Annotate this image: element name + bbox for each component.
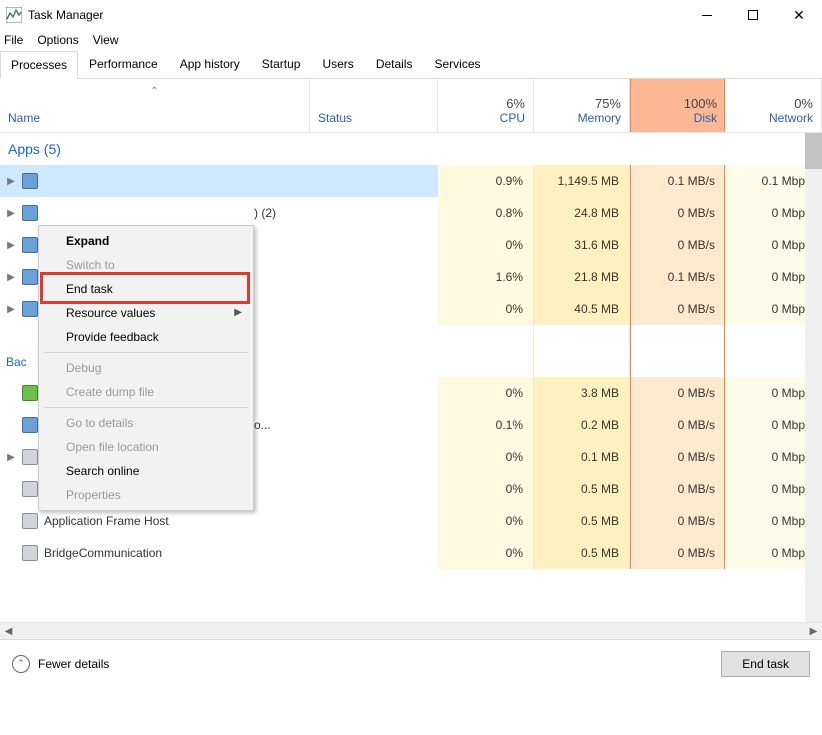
process-icon <box>22 205 38 221</box>
ctx-expand[interactable]: Expand <box>42 229 250 253</box>
window-controls: ✕ <box>684 0 822 30</box>
process-icon <box>22 481 38 497</box>
cpu-value: 0.9% <box>438 165 534 197</box>
process-icon <box>22 449 38 465</box>
column-cpu[interactable]: 6% CPU <box>438 79 534 132</box>
sort-indicator-icon: ⌃ <box>150 86 158 97</box>
chevron-right-icon[interactable]: ▶ <box>6 176 16 187</box>
tab-details[interactable]: Details <box>365 50 424 78</box>
chevron-right-icon[interactable]: ▶ <box>6 208 16 219</box>
context-menu: Expand Switch to End task Resource value… <box>38 225 254 511</box>
task-manager-icon <box>6 7 22 23</box>
process-name: Application Frame Host <box>44 514 169 528</box>
separator <box>44 407 248 408</box>
tab-users[interactable]: Users <box>311 50 364 78</box>
scroll-left-icon[interactable]: ◀ <box>0 623 17 640</box>
process-icon <box>22 545 38 561</box>
process-icon <box>22 301 38 317</box>
process-name: BridgeCommunication <box>44 546 162 560</box>
column-header-row: ⌃ Name Status 6% CPU 75% Memory 100% Dis… <box>0 79 822 133</box>
tab-startup[interactable]: Startup <box>251 50 312 78</box>
separator <box>44 352 248 353</box>
ctx-end-task[interactable]: End task <box>42 277 250 301</box>
window-title: Task Manager <box>28 8 103 22</box>
column-network[interactable]: 0% Network <box>726 79 822 132</box>
table-row[interactable]: ▶ 0.9% 1,149.5 MB 0.1 MB/s 0.1 Mbps <box>0 165 822 197</box>
ctx-search-online[interactable]: Search online <box>42 459 250 483</box>
menubar: File Options View <box>0 30 822 50</box>
horizontal-scrollbar[interactable]: ◀ ▶ <box>0 622 822 639</box>
end-task-button[interactable]: End task <box>721 651 810 677</box>
chevron-right-icon[interactable]: ▶ <box>6 240 16 251</box>
scrollbar-thumb[interactable] <box>805 133 822 169</box>
process-name-suffix: ) (2) <box>254 206 276 220</box>
ctx-open-file-location: Open file location <box>42 435 250 459</box>
table-row[interactable]: ▶ BridgeCommunication 0% 0.5 MB 0 MB/s 0… <box>0 537 822 569</box>
chevron-right-icon[interactable]: ▶ <box>6 304 16 315</box>
group-apps-header[interactable]: Apps (5) <box>0 133 822 165</box>
ctx-create-dump: Create dump file <box>42 380 250 404</box>
titlebar: Task Manager ✕ <box>0 0 822 30</box>
menu-options[interactable]: Options <box>37 33 78 47</box>
process-icon <box>22 513 38 529</box>
menu-file[interactable]: File <box>4 33 23 47</box>
process-icon <box>22 237 38 253</box>
process-icon <box>22 173 38 189</box>
chevron-right-icon[interactable]: ▶ <box>6 452 16 463</box>
process-icon <box>22 385 38 401</box>
vertical-scrollbar[interactable] <box>805 133 822 623</box>
scroll-right-icon[interactable]: ▶ <box>805 623 822 640</box>
ctx-provide-feedback[interactable]: Provide feedback <box>42 325 250 349</box>
chevron-right-icon[interactable]: ▶ <box>6 272 16 283</box>
ctx-resource-values[interactable]: Resource values ▶ <box>42 301 250 325</box>
process-icon <box>22 269 38 285</box>
ctx-properties: Properties <box>42 483 250 507</box>
chevron-up-icon: ⌃ <box>12 655 30 673</box>
tab-performance[interactable]: Performance <box>78 50 169 78</box>
minimize-button[interactable] <box>684 0 730 30</box>
process-icon <box>22 417 38 433</box>
ctx-go-to-details: Go to details <box>42 411 250 435</box>
ctx-switch-to: Switch to <box>42 253 250 277</box>
column-memory[interactable]: 75% Memory <box>534 79 630 132</box>
menu-view[interactable]: View <box>93 33 119 47</box>
disk-value: 0.1 MB/s <box>630 165 726 197</box>
tab-processes[interactable]: Processes <box>0 51 78 79</box>
tabstrip: Processes Performance App history Startu… <box>0 50 822 79</box>
mem-value: 1,149.5 MB <box>534 165 630 197</box>
column-disk[interactable]: 100% Disk <box>630 79 726 132</box>
maximize-button[interactable] <box>730 0 776 30</box>
tab-services[interactable]: Services <box>424 50 492 78</box>
tab-app-history[interactable]: App history <box>169 50 251 78</box>
footer: ⌃ Fewer details End task <box>0 639 822 687</box>
ctx-debug: Debug <box>42 356 250 380</box>
column-status[interactable]: Status <box>310 79 438 132</box>
fewer-details-button[interactable]: ⌃ Fewer details <box>12 655 109 673</box>
chevron-right-icon: ▶ <box>234 307 242 318</box>
column-name[interactable]: ⌃ Name <box>0 79 310 132</box>
close-button[interactable]: ✕ <box>776 0 822 30</box>
